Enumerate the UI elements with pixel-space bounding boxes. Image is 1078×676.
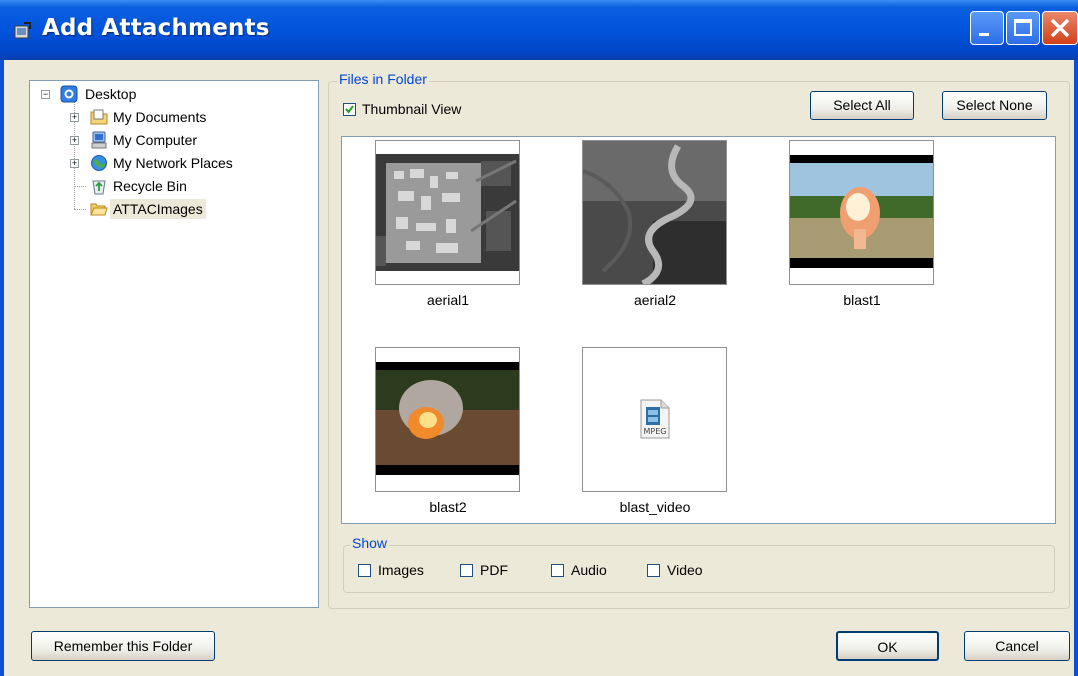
expand-icon[interactable]: + bbox=[70, 113, 79, 122]
file-name-blast1: blast1 bbox=[843, 292, 881, 308]
blast-photo-thumbnail bbox=[376, 362, 519, 475]
maximize-button[interactable] bbox=[1006, 11, 1040, 45]
aerial-photo-thumbnail bbox=[583, 141, 726, 284]
cancel-button[interactable]: Cancel bbox=[964, 631, 1070, 661]
tree-item-my-computer[interactable]: + My Computer bbox=[30, 130, 310, 150]
add-attachments-dialog: Add Attachments − Desktop + My Documents… bbox=[0, 0, 1078, 676]
my-computer-icon bbox=[91, 131, 107, 149]
tree-item-label: My Computer bbox=[113, 132, 198, 148]
files-in-folder-title: Files in Folder bbox=[337, 71, 429, 87]
filter-video-checkbox[interactable] bbox=[647, 564, 660, 577]
ok-button[interactable]: OK bbox=[836, 631, 939, 661]
folder-open-icon bbox=[90, 203, 108, 216]
window-title: Add Attachments bbox=[42, 15, 270, 41]
my-documents-icon bbox=[90, 109, 108, 125]
file-name-aerial2: aerial2 bbox=[633, 292, 677, 308]
tree-item-my-documents[interactable]: + My Documents bbox=[30, 107, 310, 127]
title-bar[interactable]: Add Attachments bbox=[0, 0, 1078, 60]
file-name-blast-video: blast_video bbox=[619, 499, 691, 515]
tree-item-desktop[interactable]: − Desktop bbox=[30, 84, 310, 104]
show-filter-title: Show bbox=[350, 535, 390, 551]
desktop-icon bbox=[60, 85, 78, 103]
filter-audio-label[interactable]: Audio bbox=[571, 562, 607, 578]
select-all-button[interactable]: Select All bbox=[810, 91, 914, 120]
tree-item-label: Recycle Bin bbox=[113, 178, 187, 194]
checkmark-icon bbox=[345, 105, 354, 114]
tree-item-network-places[interactable]: + My Network Places bbox=[30, 153, 310, 173]
expand-icon[interactable]: + bbox=[70, 136, 79, 145]
file-thumbnail-aerial2[interactable] bbox=[582, 140, 727, 285]
expand-icon[interactable]: + bbox=[70, 159, 79, 168]
window-frame-left bbox=[0, 60, 4, 676]
network-places-icon bbox=[91, 155, 107, 171]
blast-photo-thumbnail bbox=[790, 155, 933, 268]
collapse-icon[interactable]: − bbox=[41, 90, 50, 99]
maximize-icon bbox=[1014, 19, 1032, 36]
remember-folder-button[interactable]: Remember this Folder bbox=[31, 631, 215, 661]
minimize-button[interactable] bbox=[970, 11, 1004, 45]
file-name-blast2: blast2 bbox=[429, 499, 467, 515]
thumbnail-view-label[interactable]: Thumbnail View bbox=[362, 101, 461, 117]
file-thumbnail-blast2[interactable] bbox=[375, 347, 520, 492]
recycle-bin-icon bbox=[92, 180, 106, 195]
mpeg-badge: MPEG bbox=[643, 427, 667, 436]
tree-item-label: My Documents bbox=[113, 109, 207, 125]
tree-item-label: ATTACImages bbox=[110, 199, 206, 219]
filter-video-label[interactable]: Video bbox=[667, 562, 703, 578]
filter-pdf-label[interactable]: PDF bbox=[480, 562, 508, 578]
tree-item-attacimages[interactable]: ATTACImages bbox=[30, 199, 310, 219]
file-thumbnail-blast-video[interactable]: MPEG bbox=[582, 347, 727, 492]
close-button[interactable] bbox=[1042, 11, 1078, 45]
tree-item-label: Desktop bbox=[85, 86, 137, 102]
filter-images-label[interactable]: Images bbox=[378, 562, 424, 578]
aerial-photo-thumbnail bbox=[376, 154, 519, 271]
thumbnail-view-checkbox[interactable] bbox=[343, 103, 356, 116]
minimize-icon bbox=[979, 33, 989, 36]
file-thumbnail-aerial1[interactable] bbox=[375, 140, 520, 285]
file-thumbnail-blast1[interactable] bbox=[789, 140, 934, 285]
select-none-button[interactable]: Select None bbox=[942, 91, 1047, 120]
window-frame-right bbox=[1074, 60, 1078, 676]
close-icon bbox=[1050, 18, 1070, 38]
filter-audio-checkbox[interactable] bbox=[551, 564, 564, 577]
filter-images-checkbox[interactable] bbox=[358, 564, 371, 577]
file-name-aerial1: aerial1 bbox=[426, 292, 470, 308]
attachment-app-icon bbox=[14, 22, 31, 39]
tree-item-label: My Network Places bbox=[113, 155, 233, 171]
tree-item-recycle-bin[interactable]: Recycle Bin bbox=[30, 176, 310, 196]
folder-tree[interactable]: − Desktop + My Documents + My Computer +… bbox=[29, 80, 319, 608]
filter-pdf-checkbox[interactable] bbox=[460, 564, 473, 577]
thumbnail-grid[interactable]: aerial1 aerial2 blast1 blast2 MPEG blast… bbox=[341, 136, 1056, 524]
